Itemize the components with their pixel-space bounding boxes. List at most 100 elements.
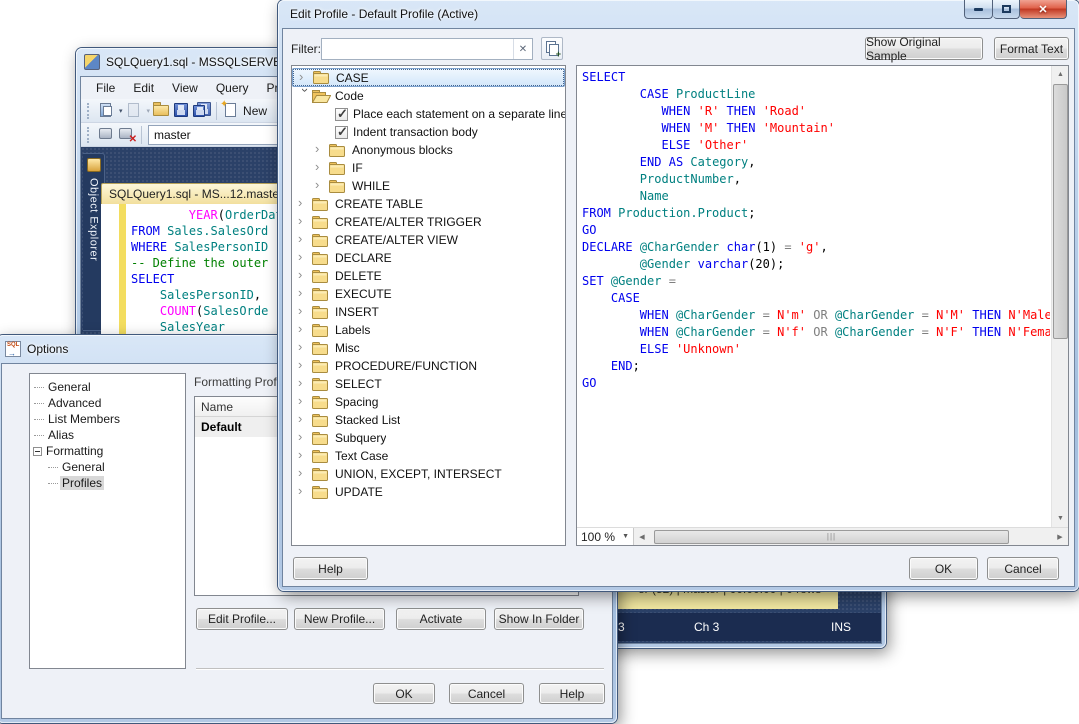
checkbox-indent-transaction-body[interactable] — [335, 126, 348, 139]
tree-item-code[interactable]: ›Code — [292, 87, 565, 105]
expand-arrow-icon[interactable]: › — [298, 358, 312, 372]
expand-arrow-icon[interactable]: › — [298, 304, 312, 318]
tree-item-case[interactable]: ›CASE — [292, 68, 565, 87]
menu-edit[interactable]: Edit — [124, 77, 163, 99]
horizontal-scrollbar[interactable]: ||| — [650, 528, 1052, 546]
vertical-scrollbar[interactable]: ▲ ▼ — [1051, 66, 1068, 527]
expand-arrow-icon[interactable]: › — [298, 466, 312, 480]
toolbar-grip[interactable] — [87, 127, 91, 143]
tree-item-delete[interactable]: ›DELETE — [292, 267, 565, 285]
expand-arrow-icon[interactable]: › — [298, 196, 312, 210]
expand-arrow-icon[interactable]: › — [315, 142, 329, 156]
tree-item-misc[interactable]: ›Misc — [292, 339, 565, 357]
expand-arrow-icon[interactable]: › — [298, 412, 312, 426]
expand-arrow-icon[interactable]: › — [315, 178, 329, 192]
copy-profile-button[interactable]: + — [541, 37, 563, 60]
tree-item-execute[interactable]: ›EXECUTE — [292, 285, 565, 303]
tree-item-union-except-intersect[interactable]: ›UNION, EXCEPT, INTERSECT — [292, 465, 565, 483]
tree-item-indent-transaction-body[interactable]: Indent transaction body — [292, 123, 565, 141]
vertical-scroll-thumb[interactable] — [1053, 84, 1068, 339]
expand-arrow-icon[interactable]: › — [298, 340, 312, 354]
maximize-button[interactable] — [993, 0, 1020, 19]
expand-arrow-icon[interactable]: › — [298, 214, 312, 228]
scroll-right-icon[interactable]: ▶ — [1052, 528, 1068, 546]
tree-item-create-alter-view[interactable]: ›CREATE/ALTER VIEW — [292, 231, 565, 249]
cancel-button[interactable]: Cancel — [987, 557, 1059, 580]
expand-arrow-icon[interactable]: › — [298, 430, 312, 444]
format-text-button[interactable]: Format Text — [994, 37, 1069, 60]
options-tree-item-general[interactable]: General — [30, 379, 185, 395]
new-query-icon[interactable]: ✦ — [223, 102, 240, 119]
expand-arrow-icon[interactable]: › — [299, 70, 313, 84]
options-tree-item-alias[interactable]: Alias — [30, 427, 185, 443]
new-profile-button[interactable]: New Profile... — [294, 608, 385, 630]
tree-item-labels[interactable]: ›Labels — [292, 321, 565, 339]
options-tree-item-advanced[interactable]: Advanced — [30, 395, 185, 411]
collapse-arrow-icon[interactable]: › — [298, 88, 312, 102]
tree-item-procedure-function[interactable]: ›PROCEDURE/FUNCTION — [292, 357, 565, 375]
options-tree-item-profiles[interactable]: Profiles — [30, 475, 185, 491]
tree-item-if[interactable]: ›IF — [292, 159, 565, 177]
horizontal-scroll-thumb[interactable]: ||| — [654, 530, 1009, 544]
tree-item-declare[interactable]: ›DECLARE — [292, 249, 565, 267]
tree-item-subquery[interactable]: ›Subquery — [292, 429, 565, 447]
options-cancel-button[interactable]: Cancel — [449, 683, 524, 704]
menu-view[interactable]: View — [163, 77, 207, 99]
expand-arrow-icon[interactable]: › — [298, 376, 312, 390]
filter-input[interactable] — [322, 39, 513, 59]
close-button[interactable]: ✕ — [1020, 0, 1067, 19]
menu-file[interactable]: File — [87, 77, 124, 99]
toolbar-grip[interactable] — [87, 103, 91, 119]
checkbox-place-each-statement-on-a-separate-line[interactable] — [335, 108, 348, 121]
show-in-folder-button[interactable]: Show In Folder — [494, 608, 584, 630]
expand-arrow-icon[interactable]: › — [298, 484, 312, 498]
options-tree-item-list-members[interactable]: List Members — [30, 411, 185, 427]
options-help-button[interactable]: Help — [539, 683, 605, 704]
ok-button[interactable]: OK — [909, 557, 978, 580]
edit-profile-titlebar[interactable]: Edit Profile - Default Profile (Active) — [278, 0, 1079, 28]
expand-arrow-icon[interactable]: › — [298, 286, 312, 300]
clear-filter-icon[interactable]: ✕ — [513, 39, 532, 59]
new-project-icon[interactable] — [98, 102, 115, 119]
expand-arrow-icon[interactable]: › — [298, 268, 312, 282]
options-tree-item-formatting[interactable]: Formatting — [30, 443, 185, 459]
save-icon[interactable] — [173, 102, 190, 119]
tree-item-stacked-list[interactable]: ›Stacked List — [292, 411, 565, 429]
chevron-down-icon[interactable]: ▾ — [119, 107, 123, 115]
tree-item-insert[interactable]: ›INSERT — [292, 303, 565, 321]
tree-item-anonymous-blocks[interactable]: ›Anonymous blocks — [292, 141, 565, 159]
save-all-icon[interactable] — [193, 102, 210, 119]
expand-arrow-icon[interactable]: › — [298, 394, 312, 408]
scroll-left-icon[interactable]: ◀ — [634, 528, 650, 546]
expand-arrow-icon[interactable]: › — [298, 250, 312, 264]
disconnect-icon[interactable]: ✕ — [118, 126, 135, 143]
editor-tab[interactable]: SQLQuery1.sql - MS...12.master — [101, 183, 301, 204]
expand-arrow-icon[interactable]: › — [315, 160, 329, 174]
tree-item-text-case[interactable]: ›Text Case — [292, 447, 565, 465]
expand-arrow-icon[interactable]: › — [298, 448, 312, 462]
edit-profile-button[interactable]: Edit Profile... — [196, 608, 288, 630]
database-combo[interactable]: master — [148, 125, 278, 145]
tree-item-spacing[interactable]: ›Spacing — [292, 393, 565, 411]
options-tree-item-general[interactable]: General — [30, 459, 185, 475]
tree-item-create-table[interactable]: ›CREATE TABLE — [292, 195, 565, 213]
activate-button[interactable]: Activate — [396, 608, 486, 630]
expand-arrow-icon[interactable]: › — [298, 322, 312, 336]
menu-query[interactable]: Query — [207, 77, 258, 99]
connect-icon[interactable] — [98, 126, 115, 143]
tree-item-update[interactable]: ›UPDATE — [292, 483, 565, 501]
show-original-sample-button[interactable]: Show Original Sample — [865, 37, 983, 60]
tree-item-while[interactable]: ›WHILE — [292, 177, 565, 195]
collapse-minus-icon[interactable] — [33, 447, 42, 456]
zoom-level-combo[interactable]: 100 % ▼ — [577, 528, 634, 546]
options-ok-button[interactable]: OK — [373, 683, 435, 704]
open-file-icon[interactable] — [153, 102, 170, 119]
expand-arrow-icon[interactable]: › — [298, 232, 312, 246]
tree-item-select[interactable]: ›SELECT — [292, 375, 565, 393]
scroll-up-icon[interactable]: ▲ — [1052, 66, 1069, 83]
new-query-label[interactable]: New — [243, 104, 267, 118]
tree-item-place-each-statement-on-a-separate-line[interactable]: Place each statement on a separate line — [292, 105, 565, 123]
help-button[interactable]: Help — [293, 557, 368, 580]
minimize-button[interactable] — [964, 0, 993, 19]
scroll-down-icon[interactable]: ▼ — [1052, 510, 1069, 527]
